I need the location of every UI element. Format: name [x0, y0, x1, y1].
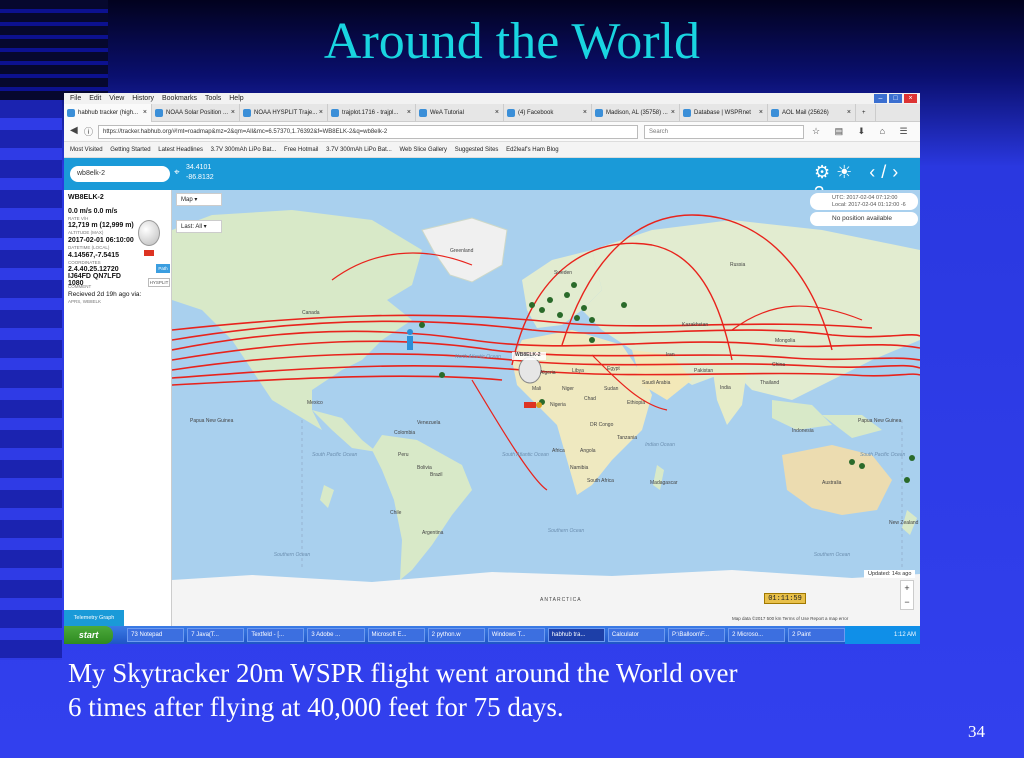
tracker-toolbar: wb8elk-2 ⌖ 34.4101 -86.8132 ⚙☀ ‹/› ?: [64, 158, 920, 203]
close-window-button[interactable]: ×: [904, 94, 917, 103]
bookmark-item[interactable]: Getting Started: [110, 142, 150, 157]
system-tray-clock: 1:12 AM: [845, 626, 920, 644]
map-type-select[interactable]: Map ▾: [176, 193, 222, 206]
panel-callsign[interactable]: WB8ELK-2: [68, 194, 104, 201]
balloon-info-panel: WB8ELK-2 0.0 m/s 0.0 m/s RATE V/H 12,719…: [64, 190, 172, 626]
last-filter-select[interactable]: Last: All ▾: [176, 220, 222, 233]
close-tab-icon[interactable]: ×: [231, 104, 235, 122]
menu-help[interactable]: Help: [229, 93, 243, 104]
favicon-icon: [595, 109, 603, 117]
favicon-icon: [155, 109, 163, 117]
tab-madison[interactable]: Madison, AL (35758) ... ×: [592, 104, 680, 122]
taskbar-item[interactable]: 7 Java(T...: [187, 628, 245, 642]
close-tab-icon[interactable]: ×: [143, 104, 147, 122]
map-attribution: Map data ©2017 500 km Terms of Use Repor…: [732, 616, 849, 621]
url-bar[interactable]: https://tracker.habhub.org/#!mt=roadmap&…: [98, 125, 638, 139]
favicon-icon: [419, 109, 427, 117]
tab-facebook[interactable]: (4) Facebook ×: [504, 104, 592, 122]
updated-label: Updated: 14s ago: [864, 570, 916, 578]
taskbar-item[interactable]: 2 Microso...: [728, 628, 786, 642]
info-icon[interactable]: ⓘ: [84, 125, 93, 138]
close-tab-icon[interactable]: ×: [847, 104, 851, 122]
taskbar-item[interactable]: 2 Paint: [788, 628, 846, 642]
maximize-button[interactable]: □: [889, 94, 902, 103]
bookmarks-bar: Most Visited Getting Started Latest Head…: [64, 142, 920, 158]
tab-habhub[interactable]: habhub tracker (high... ×: [64, 104, 152, 122]
taskbar-item[interactable]: 3 Adobe ...: [307, 628, 365, 642]
menu-history[interactable]: History: [132, 93, 154, 104]
close-tab-icon[interactable]: ×: [671, 104, 675, 122]
payload-icon: [144, 250, 154, 256]
telemetry-graph-button[interactable]: Telemetry Graph: [64, 610, 124, 626]
menu-edit[interactable]: Edit: [89, 93, 101, 104]
taskbar-item[interactable]: P:\Balloon\F...: [667, 628, 726, 642]
balloon-marker-label[interactable]: WB8ELK-2: [515, 352, 541, 358]
path-button[interactable]: Path: [156, 264, 170, 273]
clock-overlay: 01:11:59: [764, 593, 806, 604]
bookmark-item[interactable]: Ed2leaf's Ham Blog: [506, 142, 559, 157]
taskbar-item[interactable]: Textfeld - [...: [247, 628, 305, 642]
favicon-icon: [331, 109, 339, 117]
taskbar-item[interactable]: Calculator: [607, 628, 665, 642]
menu-bookmarks[interactable]: Bookmarks: [162, 93, 197, 104]
close-tab-icon[interactable]: ×: [583, 104, 587, 122]
zoom-control[interactable]: + −: [900, 580, 914, 610]
close-tab-icon[interactable]: ×: [759, 104, 763, 122]
locate-icon[interactable]: ⌖: [174, 167, 180, 178]
favicon-icon: [683, 109, 691, 117]
search-input[interactable]: Search: [644, 125, 804, 139]
browser-screenshot: File Edit View History Bookmarks Tools H…: [64, 93, 920, 644]
close-tab-icon[interactable]: ×: [407, 104, 411, 122]
close-tab-icon[interactable]: ×: [495, 104, 499, 122]
bookmark-item[interactable]: Free Hotmail: [284, 142, 318, 157]
slide-title: Around the World: [323, 13, 701, 70]
menu-file[interactable]: File: [70, 93, 81, 104]
bookmark-item[interactable]: Latest Headlines: [158, 142, 203, 157]
slide-decor-strip: [0, 100, 62, 660]
nav-toolbar-icons[interactable]: ☆ ▤ ⬇ ⌂ ☰: [812, 126, 914, 137]
tab-wsprnet[interactable]: Database | WSPRnet ×: [680, 104, 768, 122]
slide-number: 34: [968, 722, 985, 741]
utc-clock: UTC: 2017-02-04 07:12:00 Local: 2017-02-…: [810, 193, 918, 210]
taskbar-item[interactable]: 2 python.w: [427, 628, 485, 642]
world-map[interactable]: WB8ELK-2 Greenland Russia Canada North A…: [172, 190, 920, 626]
back-icon[interactable]: ◀: [70, 125, 78, 136]
favicon-icon: [507, 109, 515, 117]
favicon-icon: [67, 109, 75, 117]
bookmark-item[interactable]: Most Visited: [70, 142, 103, 157]
bookmark-item[interactable]: Suggested Sites: [455, 142, 499, 157]
no-position-notice: No position available: [810, 212, 918, 226]
menu-bar: File Edit View History Bookmarks Tools H…: [64, 93, 920, 104]
tab-aol[interactable]: AOL Mail (25626) ×: [768, 104, 856, 122]
hysplit-button[interactable]: HYSPLIT: [148, 278, 170, 287]
position-readout: 34.4101 -86.8132: [186, 164, 214, 181]
bookmark-item[interactable]: Web Slice Gallery: [399, 142, 447, 157]
menu-view[interactable]: View: [109, 93, 124, 104]
windows-taskbar: start 73 Notepad 7 Java(T... Textfeld - …: [64, 626, 920, 644]
tab-tutorial[interactable]: WeA Tutorial ×: [416, 104, 504, 122]
nav-bar: ◀ ⓘ https://tracker.habhub.org/#!mt=road…: [64, 122, 920, 142]
slide-caption: My Skytracker 20m WSPR flight went aroun…: [68, 658, 738, 722]
taskbar-item[interactable]: Windows T...: [487, 628, 545, 642]
menu-tools[interactable]: Tools: [205, 93, 221, 104]
tab-noaa-solar[interactable]: NOAA Solar Position ... ×: [152, 104, 240, 122]
bookmark-item[interactable]: 3.7V 300mAh LiPo Bat...: [211, 142, 277, 157]
favicon-icon: [243, 109, 251, 117]
tab-bar: habhub tracker (high... × NOAA Solar Posi…: [64, 104, 920, 122]
tab-trajplot[interactable]: trajplot.1716 - trajpl... ×: [328, 104, 416, 122]
callsign-search-input[interactable]: wb8elk-2: [70, 166, 170, 182]
balloon-icon: [138, 220, 160, 246]
tab-noaa-hysplit[interactable]: NOAA HYSPLIT Traje... ×: [240, 104, 328, 122]
taskbar-item[interactable]: habhub tra...: [547, 628, 605, 642]
new-tab-button[interactable]: +: [856, 104, 876, 122]
minimize-button[interactable]: –: [874, 94, 887, 103]
bookmark-item[interactable]: 3.7V 300mAh LiPo Bat...: [326, 142, 392, 157]
taskbar-item[interactable]: 73 Notepad: [127, 628, 185, 642]
close-tab-icon[interactable]: ×: [319, 104, 323, 122]
favicon-icon: [771, 109, 779, 117]
start-button[interactable]: start: [64, 626, 114, 644]
taskbar-item[interactable]: Microsoft E...: [367, 628, 425, 642]
map-graphic: [172, 210, 920, 626]
